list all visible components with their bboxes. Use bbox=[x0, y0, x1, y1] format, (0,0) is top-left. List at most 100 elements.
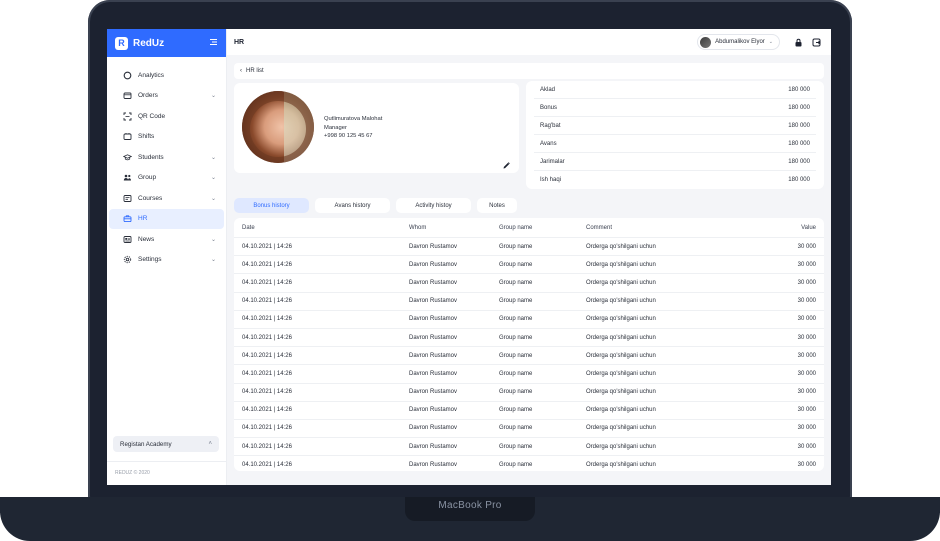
sidebar-item-group[interactable]: Group ⌄ bbox=[109, 168, 224, 189]
chevron-down-icon: ⌄ bbox=[210, 236, 216, 243]
table-cell: Group name bbox=[499, 298, 533, 305]
device-label: MacBook Pro bbox=[438, 500, 502, 511]
tab-notes[interactable]: Notes bbox=[477, 198, 517, 213]
sidebar-item-label: Shifts bbox=[138, 133, 155, 141]
column-header[interactable]: Value bbox=[786, 225, 816, 231]
app-screen: R RedUz Analytics Orders ⌄ QR Code Shifts Stu… bbox=[107, 29, 831, 485]
sidebar-item-shifts[interactable]: Shifts bbox=[109, 127, 224, 148]
profile-photo bbox=[242, 91, 314, 163]
tab-avans-history[interactable]: Avans history bbox=[315, 198, 390, 213]
sidebar-item-label: Settings bbox=[138, 256, 162, 264]
menu-collapse-icon[interactable] bbox=[209, 38, 218, 48]
sidebar: R RedUz Analytics Orders ⌄ QR Code Shifts Stu… bbox=[107, 29, 227, 485]
table-cell: 30 000 bbox=[797, 334, 816, 341]
lock-icon[interactable] bbox=[790, 34, 806, 50]
table-cell: 04.10.2021 | 14:26 bbox=[242, 279, 292, 286]
payroll-row: Jarimalar 180 000 bbox=[534, 153, 816, 171]
table-cell: Orderga qo'shilgani uchun bbox=[586, 352, 656, 359]
logout-icon[interactable] bbox=[808, 34, 824, 50]
chevron-down-icon: ⌄ bbox=[210, 257, 216, 264]
table-cell: Davron Rustamov bbox=[409, 316, 458, 323]
sidebar-item-label: Students bbox=[138, 153, 164, 161]
table-row[interactable]: 04.10.2021 | 14:26 Davron Rustamov Group n… bbox=[234, 347, 824, 366]
profile-info: Qutlimuratova Malohat Manager +998 90 12… bbox=[324, 115, 382, 141]
table-row[interactable]: 04.10.2021 | 14:26 Davron Rustamov Group n… bbox=[234, 365, 824, 384]
sidebar-item-news[interactable]: News ⌄ bbox=[109, 229, 224, 250]
profile-card: Qutlimuratova Malohat Manager +998 90 12… bbox=[234, 83, 519, 173]
orders-icon bbox=[123, 91, 132, 100]
sidebar-item-students[interactable]: Students ⌄ bbox=[109, 147, 224, 168]
sidebar-item-label: QR Code bbox=[138, 112, 166, 120]
circle-icon bbox=[123, 71, 132, 80]
payroll-value: 180 000 bbox=[788, 104, 810, 111]
table-cell: Orderga qo'shilgani uchun bbox=[586, 334, 656, 341]
sidebar-item-orders[interactable]: Orders ⌄ bbox=[109, 86, 224, 107]
user-menu[interactable]: Abdumalikov Elyor ⌄ bbox=[697, 34, 780, 50]
table-cell: Davron Rustamov bbox=[409, 407, 458, 414]
payroll-label: Avans bbox=[540, 140, 557, 147]
breadcrumb[interactable]: ‹ HR list bbox=[234, 63, 824, 79]
payroll-label: Aklad bbox=[540, 86, 556, 93]
table-cell: Group name bbox=[499, 352, 533, 359]
table-row[interactable]: 04.10.2021 | 14:26 Davron Rustamov Group n… bbox=[234, 293, 824, 311]
tab-activity-histoy[interactable]: Activity histoy bbox=[396, 198, 471, 213]
table-header: Date Whom Group name Comment Value bbox=[234, 218, 824, 238]
column-header[interactable]: Comment bbox=[586, 225, 786, 231]
payroll-label: Ish haqi bbox=[540, 177, 562, 183]
chevron-down-icon: ⌄ bbox=[210, 175, 216, 182]
table-row[interactable]: 04.10.2021 | 14:26 Davron Rustamov Group n… bbox=[234, 256, 824, 275]
history-tabs: Bonus history Avans history Activity histo… bbox=[234, 198, 523, 213]
table-cell: Orderga qo'shilgani uchun bbox=[586, 279, 656, 286]
payroll-label: Jarimalar bbox=[540, 158, 565, 165]
table-cell: Group name bbox=[499, 407, 533, 414]
pencil-icon[interactable] bbox=[502, 157, 512, 169]
table-row[interactable]: 04.10.2021 | 14:26 Davron Rustamov Group n… bbox=[234, 311, 824, 329]
column-header[interactable]: Group name bbox=[499, 225, 586, 231]
sidebar-item-label: Analytics bbox=[138, 71, 165, 79]
sidebar-item-label: News bbox=[138, 235, 155, 243]
table-row[interactable]: 04.10.2021 | 14:26 Davron Rustamov Group n… bbox=[234, 384, 824, 402]
group-icon bbox=[123, 173, 132, 182]
sidebar-item-label: Courses bbox=[138, 194, 163, 202]
table-cell: Group name bbox=[499, 279, 533, 286]
table-row[interactable]: 04.10.2021 | 14:26 Davron Rustamov Group n… bbox=[234, 402, 824, 420]
table-row[interactable]: 04.10.2021 | 14:26 Davron Rustamov Group n… bbox=[234, 274, 824, 293]
tab-bonus-history[interactable]: Bonus history bbox=[234, 198, 309, 213]
table-cell: 30 000 bbox=[797, 443, 816, 450]
payroll-value: 180 000 bbox=[788, 122, 810, 129]
table-cell: Davron Rustamov bbox=[409, 243, 458, 250]
table-row[interactable]: 04.10.2021 | 14:26 Davron Rustamov Group n… bbox=[234, 420, 824, 439]
table-cell: Group name bbox=[499, 334, 533, 341]
table-cell: 30 000 bbox=[797, 261, 816, 268]
logo-bar: R RedUz bbox=[107, 29, 226, 57]
column-header[interactable]: Whom bbox=[409, 225, 499, 231]
table-cell: Davron Rustamov bbox=[409, 389, 458, 396]
table-cell: 30 000 bbox=[797, 425, 816, 432]
table-cell: Orderga qo'shilgani uchun bbox=[586, 389, 656, 396]
table-cell: Davron Rustamov bbox=[409, 370, 458, 377]
table-cell: 04.10.2021 | 14:26 bbox=[242, 425, 292, 432]
sidebar-item-hr[interactable]: HR bbox=[109, 208, 224, 229]
sidebar-item-courses[interactable]: Courses ⌄ bbox=[109, 188, 224, 209]
sidebar-nav: Analytics Orders ⌄ QR Code Shifts Students ⌄ Gr… bbox=[107, 57, 226, 270]
graduation-cap-icon bbox=[123, 153, 132, 162]
academy-label: Registan Academy bbox=[120, 440, 172, 448]
briefcase-icon bbox=[123, 214, 132, 223]
table-row[interactable]: 04.10.2021 | 14:26 Davron Rustamov Group n… bbox=[234, 456, 824, 471]
table-row[interactable]: 04.10.2021 | 14:26 Davron Rustamov Group n… bbox=[234, 329, 824, 348]
table-cell: Davron Rustamov bbox=[409, 461, 458, 468]
table-cell: Davron Rustamov bbox=[409, 298, 458, 305]
sidebar-item-qr-code[interactable]: QR Code bbox=[109, 106, 224, 127]
chevron-down-icon: ⌄ bbox=[210, 195, 216, 202]
academy-selector[interactable]: Registan Academy ˄ bbox=[113, 436, 219, 452]
table-cell: Group name bbox=[499, 243, 533, 250]
table-row[interactable]: 04.10.2021 | 14:26 Davron Rustamov Group n… bbox=[234, 438, 824, 457]
qr-code-icon bbox=[123, 112, 132, 121]
sidebar-item-label: Orders bbox=[138, 92, 158, 100]
table-cell: Orderga qo'shilgani uchun bbox=[586, 425, 656, 432]
table-row[interactable]: 04.10.2021 | 14:26 Davron Rustamov Group n… bbox=[234, 238, 824, 257]
sidebar-item-analytics[interactable]: Analytics bbox=[109, 65, 224, 86]
column-header[interactable]: Date bbox=[234, 225, 409, 231]
table-cell: Orderga qo'shilgani uchun bbox=[586, 461, 656, 468]
sidebar-item-settings[interactable]: Settings ⌄ bbox=[109, 250, 224, 271]
